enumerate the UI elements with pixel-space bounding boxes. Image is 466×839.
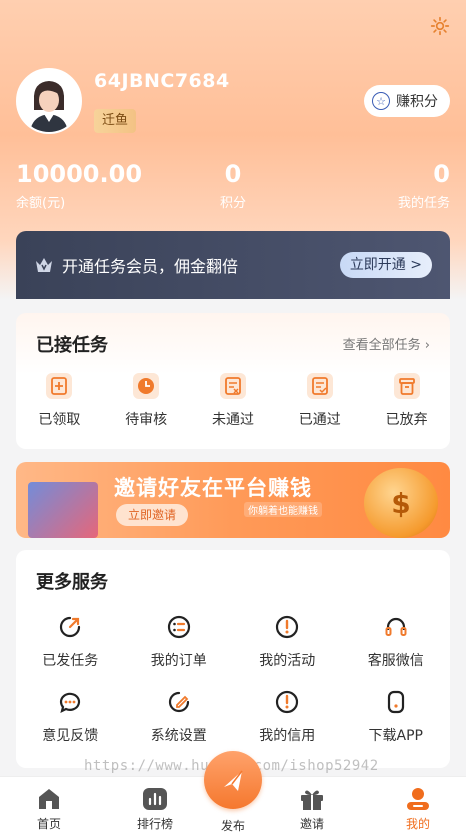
gear-icon — [430, 16, 450, 36]
invite-banner[interactable]: 邀请好友在平台赚钱 立即邀请 你躺着也能赚钱 $ — [16, 462, 450, 538]
service-label: 我的订单 — [150, 653, 207, 669]
coin-icon: $ — [364, 468, 438, 538]
user-icon — [407, 788, 429, 810]
stat-label: 我的任务 — [397, 196, 450, 211]
credit-icon — [276, 690, 299, 714]
tab-label: 我的 — [405, 817, 430, 831]
service-label: 我的活动 — [259, 653, 316, 669]
task-status-rejected[interactable]: 未通过 — [190, 373, 277, 429]
ranking-icon — [143, 788, 167, 810]
claimed-icon — [46, 373, 73, 399]
level-badge: 迁鱼 — [94, 109, 137, 133]
star-icon: ☆ — [372, 92, 390, 110]
task-status-label: 已通过 — [298, 412, 341, 428]
task-status-label: 未通过 — [211, 412, 254, 428]
tab-label: 邀请 — [299, 817, 324, 831]
tab-ranking[interactable]: 排行榜 — [120, 787, 190, 832]
stat-my-tasks[interactable]: 0 我的任务 — [398, 160, 450, 211]
task-status-label: 待审核 — [125, 412, 168, 428]
accepted-tasks-title: 已接任务 — [36, 335, 108, 356]
task-status-approved[interactable]: 已通过 — [276, 373, 363, 429]
task-status-label: 已领取 — [38, 412, 81, 428]
paper-plane-icon — [224, 770, 243, 791]
vip-text: 开通任务会员，佣金翻倍 — [62, 257, 239, 276]
service-my-orders[interactable]: 我的订单 — [125, 614, 234, 689]
order-icon — [167, 615, 190, 639]
service-customer-wechat[interactable]: 客服微信 — [342, 614, 451, 689]
stat-value: 0 — [224, 160, 242, 188]
headset-icon — [385, 617, 407, 636]
tab-mine[interactable]: 我的 — [383, 787, 453, 832]
tab-home[interactable]: 首页 — [14, 787, 84, 832]
home-icon — [39, 789, 59, 809]
bottom-tab-bar: 首页 排行榜 发布 邀请 我的 — [0, 751, 466, 839]
publish-button[interactable] — [204, 751, 262, 809]
service-feedback[interactable]: 意见反馈 — [16, 689, 125, 764]
invite-now-button[interactable]: 立即邀请 — [116, 504, 189, 526]
task-status-label: 已放弃 — [385, 412, 428, 428]
stats-row: 10000.00 余额(元) 0 积分 0 我的任务 — [0, 160, 466, 216]
username: 64JBNC7684 — [94, 70, 230, 92]
stat-label: 积分 — [219, 196, 246, 211]
invite-banner-subtitle: 你躺着也能赚钱 — [244, 502, 322, 517]
vip-membership-bar[interactable]: 开通任务会员，佣金翻倍 立即开通 > — [16, 231, 450, 299]
earn-points-label: 赚积分 — [396, 94, 438, 110]
stat-value: 10000.00 — [16, 160, 143, 188]
settings-icon — [168, 691, 189, 713]
published-task-icon — [60, 616, 81, 638]
gift-box-icon — [28, 482, 98, 538]
stat-label: 余额(元) — [16, 196, 66, 211]
crown-icon — [36, 258, 52, 272]
accepted-tasks-card: 已接任务 查看全部任务 › 已领取 待审核 未通过 已通过 已放弃 — [16, 313, 450, 449]
view-all-tasks-link[interactable]: 查看全部任务 › — [343, 334, 430, 353]
feedback-icon — [60, 692, 81, 714]
service-label: 意见反馈 — [42, 728, 99, 744]
tab-label: 排行榜 — [136, 817, 173, 831]
service-my-activities[interactable]: 我的活动 — [233, 614, 342, 689]
avatar[interactable] — [16, 68, 82, 134]
stat-balance[interactable]: 10000.00 余额(元) — [16, 160, 142, 211]
vip-open-button[interactable]: 立即开通 > — [339, 252, 432, 278]
gift-icon — [301, 790, 323, 810]
service-label: 下载APP — [368, 728, 423, 744]
stat-points[interactable]: 0 积分 — [203, 160, 263, 211]
abandoned-icon — [393, 373, 420, 399]
task-status-abandoned[interactable]: 已放弃 — [363, 373, 450, 429]
service-my-credit[interactable]: 我的信用 — [233, 689, 342, 764]
task-status-pending[interactable]: 待审核 — [103, 373, 190, 429]
activity-icon — [276, 615, 299, 639]
task-status-claimed[interactable]: 已领取 — [16, 373, 103, 429]
service-label: 我的信用 — [259, 728, 316, 744]
service-label: 已发任务 — [42, 653, 99, 669]
pending-review-icon — [133, 373, 160, 399]
earn-points-button[interactable]: ☆ 赚积分 — [364, 85, 450, 117]
more-services-title: 更多服务 — [36, 572, 108, 593]
invite-banner-title: 邀请好友在平台赚钱 — [114, 476, 312, 500]
service-label: 客服微信 — [367, 653, 424, 669]
service-system-settings[interactable]: 系统设置 — [125, 689, 234, 764]
tab-invite[interactable]: 邀请 — [277, 787, 347, 832]
publish-label[interactable]: 发布 — [204, 817, 262, 834]
service-label: 系统设置 — [150, 728, 207, 744]
download-app-icon — [387, 690, 404, 714]
stat-value: 0 — [433, 160, 450, 188]
avatar-illustration — [18, 70, 80, 132]
rejected-icon — [219, 373, 246, 399]
service-download-app[interactable]: 下载APP — [342, 689, 451, 764]
approved-icon — [306, 373, 333, 399]
service-published-tasks[interactable]: 已发任务 — [16, 614, 125, 689]
settings-button[interactable] — [428, 14, 452, 38]
more-services-card: 更多服务 已发任务 我的订单 我的活动 客服微信 意见反馈 系统设置 我的信用 — [16, 550, 450, 768]
tab-label: 首页 — [36, 817, 61, 831]
